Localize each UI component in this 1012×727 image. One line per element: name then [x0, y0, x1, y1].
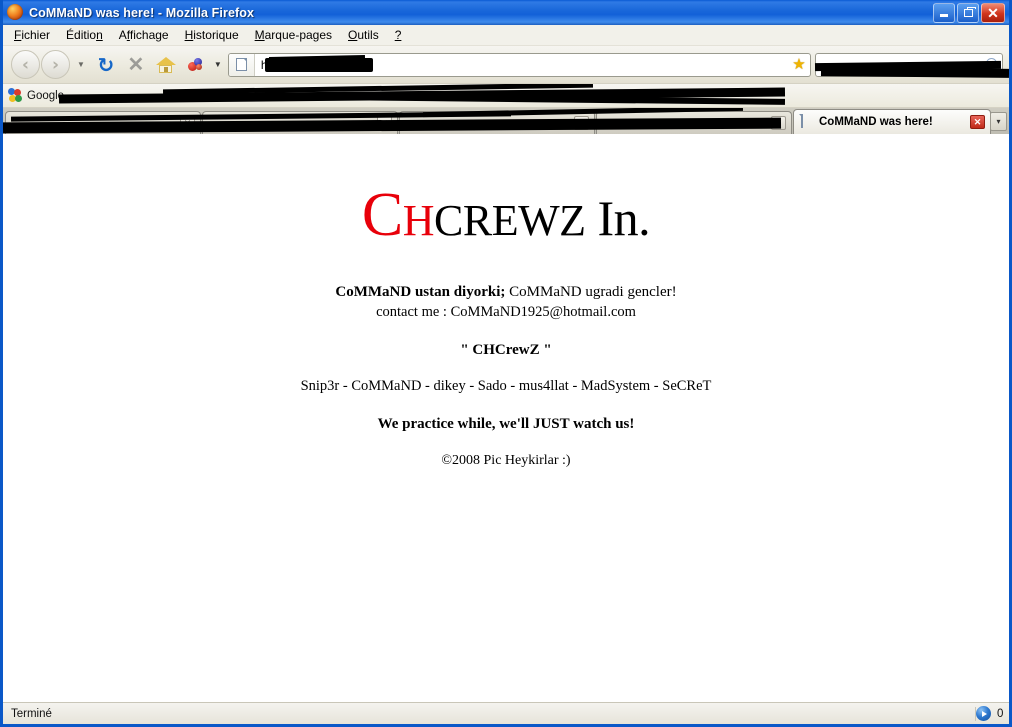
tab-close-button[interactable]: ✕ [377, 116, 392, 130]
status-bar: Terminé 0 [3, 702, 1009, 724]
status-count: 0 [997, 707, 1004, 720]
bookmark-star-icon[interactable]: ★ [788, 57, 810, 72]
chevron-down-icon[interactable]: ▼ [214, 60, 222, 69]
menu-bar: Fichier Édition Affichage Historique Mar… [3, 25, 1009, 46]
stop-button[interactable]: ✕ [121, 50, 151, 80]
search-icon [986, 57, 997, 69]
tab-inactive[interactable]: ✕ [5, 111, 201, 134]
page-icon [210, 116, 223, 130]
page-icon [604, 116, 617, 130]
tab-list-dropdown[interactable]: ▾ [990, 112, 1007, 131]
bookmark-google[interactable]: Google [8, 88, 64, 103]
tab-close-button[interactable]: ✕ [970, 115, 985, 129]
menu-affichage[interactable]: Affichage [114, 26, 180, 44]
title-red-c: C [361, 181, 403, 249]
status-text: Terminé [11, 707, 52, 720]
bookmarks-button[interactable] [181, 50, 211, 80]
menu-marque-pages[interactable]: Marque-pages [250, 26, 343, 44]
firefox-icon [7, 4, 24, 21]
redaction-mark [58, 87, 786, 104]
tagline-1-bold: CoMMaND ustan diyorki; [335, 284, 506, 300]
tab-active-command-was-here[interactable]: CoMMaND was here! ✕ [793, 109, 991, 134]
restore-button[interactable] [957, 2, 979, 23]
tab-inactive[interactable]: ✕ [202, 111, 398, 134]
bookmarks-toolbar: Google [3, 84, 1009, 108]
crew-name: " CHCrewZ " [460, 342, 552, 358]
search-bar[interactable] [815, 52, 1003, 77]
redaction-mark [162, 84, 594, 95]
google-icon [8, 88, 23, 103]
page-icon [407, 116, 420, 130]
page-icon [228, 53, 255, 76]
page-content: CHCREWZ In. CoMMaND ustan diyorki; CoMMa… [3, 134, 1009, 702]
page-icon [801, 114, 814, 129]
bookmark-label: Google [27, 89, 65, 102]
chevron-down-icon[interactable]: ▼ [77, 60, 85, 69]
tab-inactive[interactable]: ✕ [399, 111, 595, 134]
tab-inactive[interactable]: ✕ [596, 111, 792, 134]
defacement-message: CHCREWZ In. CoMMaND ustan diyorki; CoMMa… [3, 134, 1009, 469]
title-crewz: CREWZ [434, 196, 586, 245]
tab-close-button[interactable]: ✕ [180, 116, 195, 130]
redaction-mark [234, 93, 786, 105]
slogan: We practice while, we'll JUST watch us! [377, 416, 635, 432]
crew-members: Snip3r - CoMMaND - dikey - Sado - mus4ll… [300, 378, 712, 394]
title-bar: CoMMaND was here! - Mozilla Firefox ✕ [3, 0, 1009, 25]
tagline-1: CoMMaND ustan diyorki; CoMMaND ugradi ge… [3, 284, 1009, 301]
tab-close-button[interactable]: ✕ [771, 116, 786, 130]
tab-close-button[interactable]: ✕ [574, 116, 589, 130]
menu-fichier[interactable]: Fichier [9, 26, 61, 44]
window-title: CoMMaND was here! - Mozilla Firefox [29, 5, 255, 20]
contact-line: contact me : CoMMaND1925@hotmail.com [376, 304, 636, 320]
close-button[interactable]: ✕ [981, 2, 1005, 23]
menu-historique[interactable]: Historique [180, 26, 250, 44]
navigation-toolbar: ‹ › ▼ ↻ ✕ ▼ ht ★ [3, 46, 1010, 84]
url-bar[interactable]: ht ★ [227, 52, 811, 77]
copyright: ©2008 Pic Heykirlar :) [441, 453, 571, 468]
reload-button[interactable]: ↻ [91, 50, 121, 80]
play-orb-icon[interactable] [976, 706, 991, 721]
url-input[interactable]: ht [255, 58, 271, 72]
tab-strip: ✕ ✕ ✕ ✕ CoMMaND was here! ✕ ▾ [3, 108, 1009, 134]
tab-label: CoMMaND was here! [819, 116, 933, 128]
menu-edition[interactable]: Édition [61, 26, 114, 44]
page-title: CHCREWZ In. [3, 184, 1009, 246]
browser-window: CoMMaND was here! - Mozilla Firefox ✕ Fi… [0, 0, 1012, 727]
menu-outils[interactable]: Outils [343, 26, 390, 44]
window-controls: ✕ [933, 2, 1007, 23]
home-button[interactable] [151, 50, 181, 80]
back-button[interactable]: ‹ [9, 50, 42, 80]
title-in: In. [597, 190, 651, 246]
minimize-button[interactable] [933, 2, 955, 23]
forward-button[interactable]: › [41, 50, 75, 80]
tagline-1-rest: CoMMaND ugradi gencler! [505, 284, 677, 300]
menu-aide[interactable]: ? [390, 26, 413, 44]
title-red-h: H [402, 196, 435, 245]
page-icon [13, 116, 26, 130]
